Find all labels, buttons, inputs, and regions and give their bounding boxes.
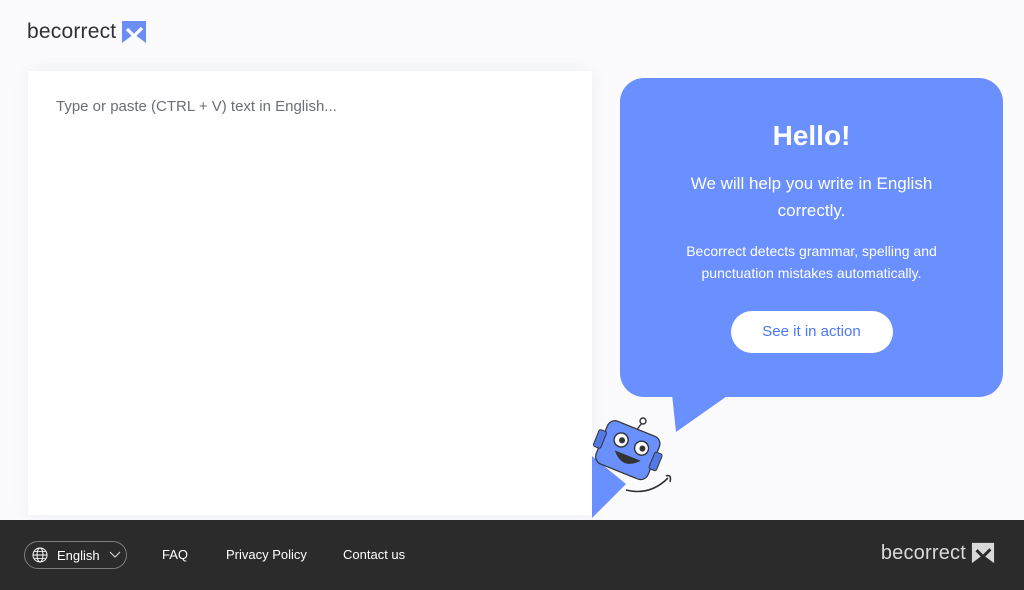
- globe-icon: [32, 547, 48, 563]
- logo-check-icon: [122, 21, 147, 43]
- bubble-lead: We will help you write in English correc…: [690, 174, 933, 220]
- privacy-policy-link[interactable]: Privacy Policy: [226, 547, 307, 562]
- footer-logo-text: becorrect: [880, 541, 966, 564]
- see-it-in-action-button[interactable]: See it in action: [730, 311, 893, 353]
- logo-text: becorrect: [27, 20, 117, 43]
- text-input[interactable]: [28, 71, 592, 515]
- contact-us-link[interactable]: Contact us: [343, 547, 405, 562]
- page: becorrect Hello! We will help you write …: [0, 0, 1024, 590]
- language-selector[interactable]: English: [24, 541, 127, 569]
- logo-check-icon: [971, 542, 995, 564]
- faq-link[interactable]: FAQ: [162, 547, 188, 562]
- robot-mascot: [592, 417, 672, 518]
- text-editor-panel: [28, 71, 592, 515]
- footer: English FAQ Privacy Policy Contact us be…: [0, 520, 1024, 590]
- language-label: English: [57, 547, 100, 563]
- footer-logo[interactable]: becorrect: [881, 541, 996, 565]
- welcome-bubble: Hello! We will help you write in English…: [620, 78, 1003, 397]
- bubble-description: Becorrect detects grammar, spelling and …: [686, 243, 937, 281]
- header-logo[interactable]: becorrect: [27, 19, 148, 45]
- chevron-down-icon: [109, 551, 121, 558]
- bubble-title: Hello!: [772, 120, 851, 151]
- bubble-tail: [672, 394, 730, 432]
